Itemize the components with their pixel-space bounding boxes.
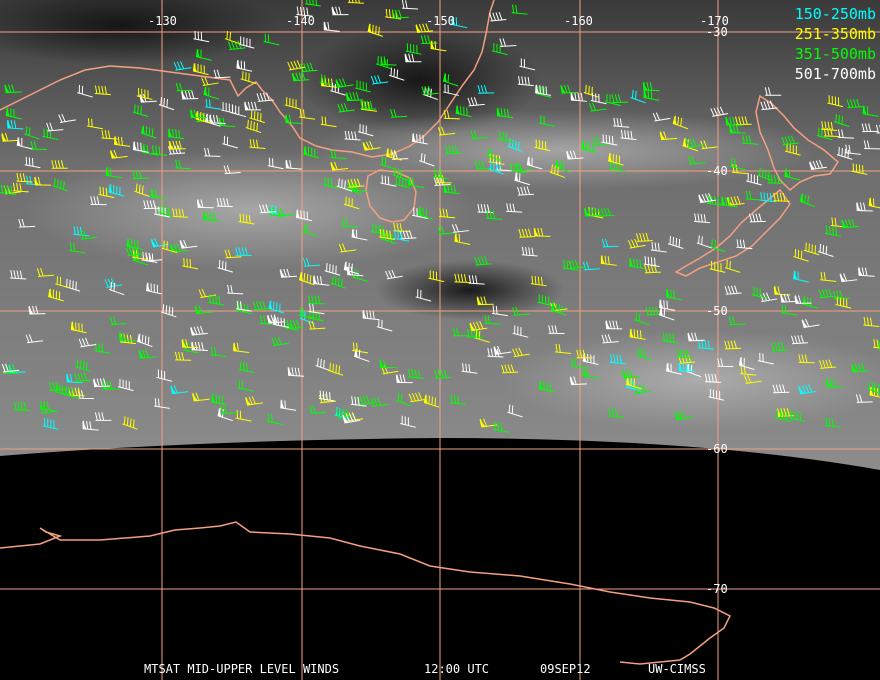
legend-entry-251-350mb: 251-350mb bbox=[794, 25, 876, 43]
moist-band bbox=[300, 110, 820, 190]
map-canvas: -130 -140 -150 -160 -170 -30 -40 -50 -60… bbox=[0, 0, 880, 680]
longitude-label: -130 bbox=[148, 14, 177, 28]
coastline-antarctica bbox=[0, 521, 732, 665]
latitude-label: -60 bbox=[706, 442, 728, 456]
latitude-label: -50 bbox=[706, 304, 728, 318]
legend-entry-501-700mb: 501-700mb bbox=[794, 65, 876, 83]
latitude-label: -70 bbox=[706, 582, 728, 596]
latitude-label: -40 bbox=[706, 164, 728, 178]
pressure-legend: 150-250mb 251-350mb 351-500mb 501-700mb bbox=[795, 4, 876, 84]
legend-entry-150-250mb: 150-250mb bbox=[794, 5, 876, 23]
latitude-label: -30 bbox=[706, 25, 728, 39]
longitude-label: -160 bbox=[564, 14, 593, 28]
footer-caption: MTSAT MID-UPPER LEVEL WINDS 12:00 UTC 09… bbox=[0, 662, 880, 678]
product-name: MTSAT MID-UPPER LEVEL WINDS bbox=[144, 662, 340, 676]
valid-time: 12:00 UTC bbox=[424, 662, 490, 676]
longitude-label: -150 bbox=[426, 14, 455, 28]
credit: UW-CIMSS bbox=[648, 662, 706, 676]
image-date: 09SEP12 bbox=[540, 662, 591, 676]
legend-entry-351-500mb: 351-500mb bbox=[794, 45, 876, 63]
longitude-label: -140 bbox=[286, 14, 315, 28]
satellite-wind-map: -130 -140 -150 -160 -170 -30 -40 -50 -60… bbox=[0, 0, 880, 680]
